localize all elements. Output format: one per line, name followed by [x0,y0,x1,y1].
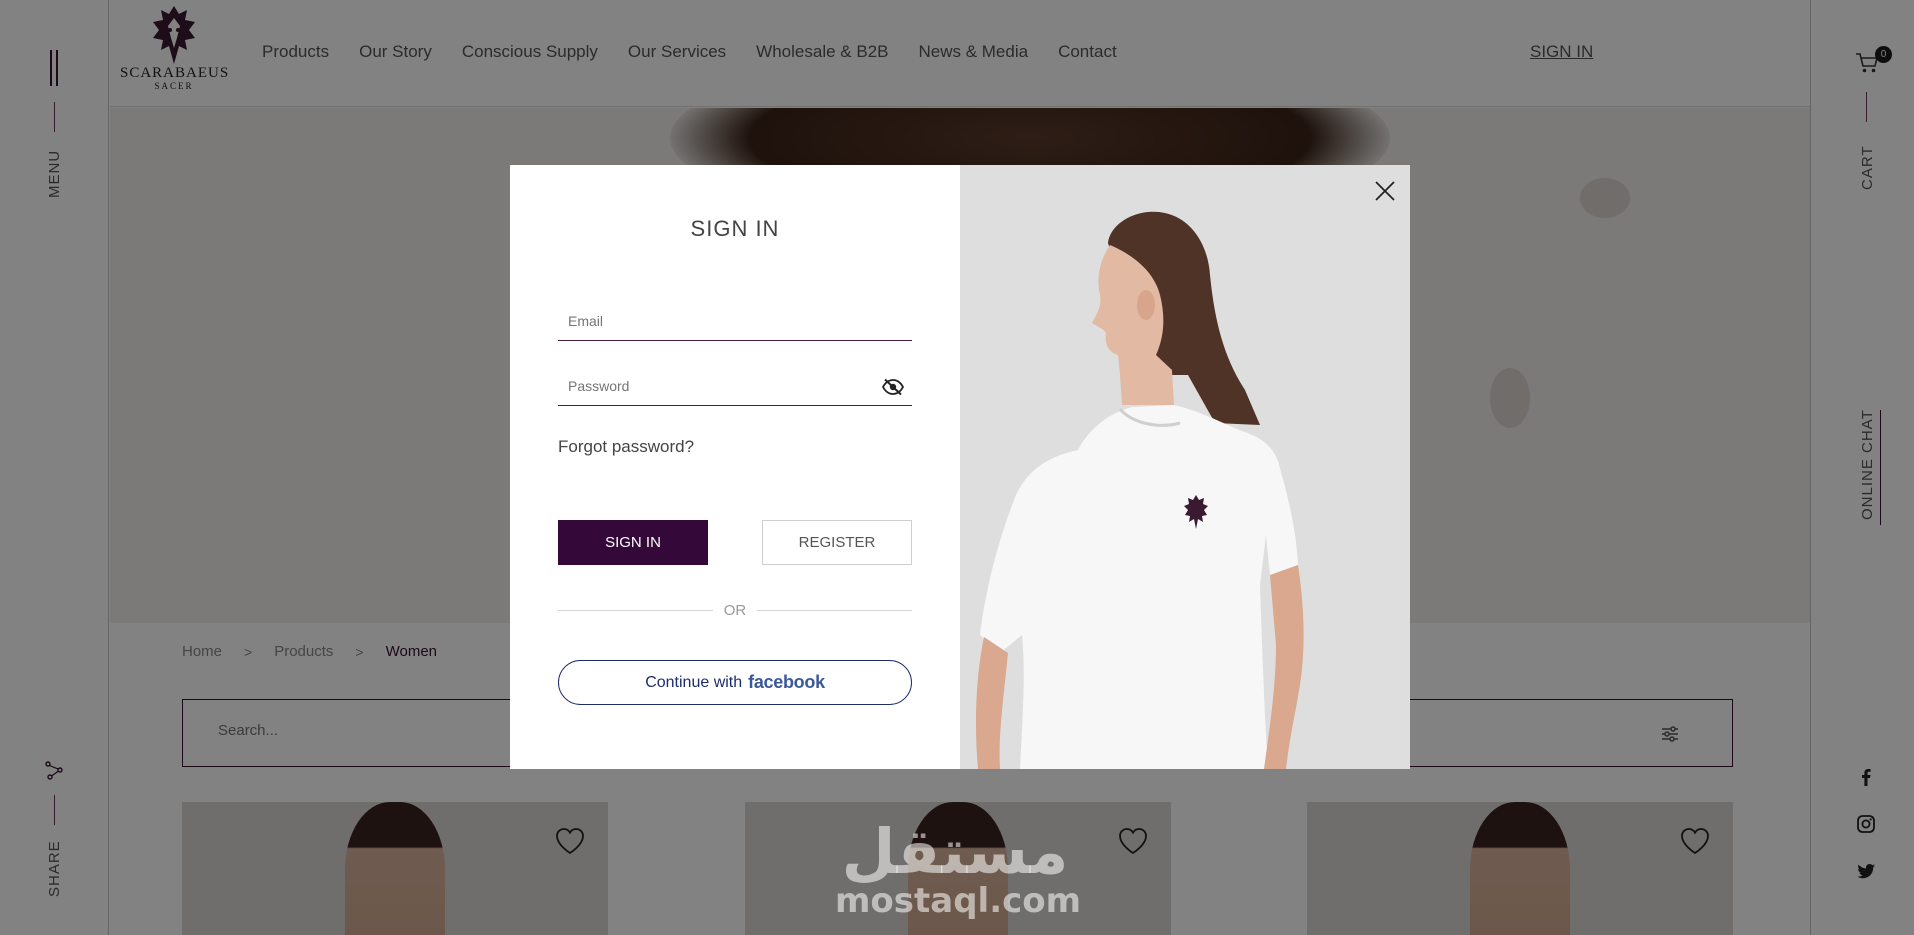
email-field [558,303,912,341]
model-white-tee-image [976,211,1304,769]
close-icon[interactable] [1374,180,1396,202]
watermark-arabic: مستقل [841,815,1069,888]
facebook-wordmark: facebook [748,672,825,692]
modal-title: SIGN IN [690,216,780,241]
facebook-button-prefix: Continue with [645,673,743,691]
or-divider-right [757,610,912,611]
forgot-password-link[interactable]: Forgot password? [558,437,694,457]
eye-hidden-icon[interactable] [882,378,904,396]
continue-with-facebook-button[interactable]: Continue with facebook [558,660,912,705]
sign-in-button[interactable]: SIGN IN [558,520,708,565]
sign-in-form: SIGN IN Forgot password? SIGN IN REGISTE… [510,165,960,769]
password-input[interactable] [568,378,868,394]
register-button[interactable]: REGISTER [762,520,912,565]
sign-in-modal: SIGN IN Forgot password? SIGN IN REGISTE… [510,165,1410,769]
watermark-latin: mostaql.com [835,881,1082,921]
modal-product-image [960,165,1410,769]
email-input[interactable] [568,313,868,329]
watermark: مستقل mostaql.com [835,815,1082,921]
password-field [558,368,912,406]
